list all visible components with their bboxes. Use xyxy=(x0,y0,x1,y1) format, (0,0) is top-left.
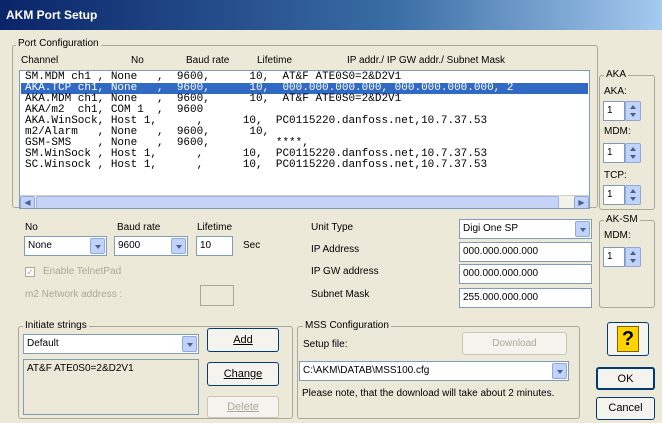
download-note: Please note, that the download will take… xyxy=(302,388,555,399)
help-button[interactable]: ? xyxy=(607,322,649,356)
ip-gw-address-label: IP GW address xyxy=(311,266,379,277)
scroll-left-icon[interactable]: ◀ xyxy=(20,196,35,208)
enable-telnetpad-label: Enable TelnetPad xyxy=(43,266,122,277)
window-title: AKM Port Setup xyxy=(6,8,98,22)
subnet-mask-input[interactable]: 255.000.000.000 xyxy=(459,288,592,308)
mss-configuration-legend: MSS Configuration xyxy=(303,320,391,331)
setup-file-select[interactable]: C:\AKM\DATAB\MSS100.cfg xyxy=(299,361,569,381)
ak-sm-mdm-label: MDM: xyxy=(604,230,631,241)
unit-type-label: Unit Type xyxy=(311,222,354,233)
port-configuration-legend: Port Configuration xyxy=(16,38,101,49)
setup-file-label: Setup file: xyxy=(303,339,348,350)
no-select[interactable]: None xyxy=(24,236,107,256)
baud-rate-select-value: 9600 xyxy=(118,240,141,251)
aka-aka-label: AKA: xyxy=(604,86,627,97)
ip-address-label: IP Address xyxy=(311,244,360,255)
unit-type-dropdown-arrow-icon[interactable] xyxy=(575,221,590,237)
aka-tcp-field[interactable]: 1 xyxy=(603,185,625,205)
scroll-right-icon[interactable]: ▶ xyxy=(574,196,589,208)
aka-mdm-label: MDM: xyxy=(604,126,631,137)
sec-label: Sec xyxy=(243,240,261,251)
cancel-button[interactable]: Cancel xyxy=(596,397,655,420)
subnet-mask-label: Subnet Mask xyxy=(311,289,370,300)
baud-rate-select[interactable]: 9600 xyxy=(114,236,188,256)
baud-rate-label: Baud rate xyxy=(117,222,161,233)
change-button[interactable]: Change xyxy=(207,362,279,386)
aka-aka-spinner-icon[interactable] xyxy=(625,101,641,121)
unit-type-select-value: Digi One SP xyxy=(463,223,519,234)
lifetime-label: Lifetime xyxy=(197,222,233,233)
m2-network-address-label: m2 Network address : xyxy=(25,289,123,300)
initiate-strings-legend: Initiate strings xyxy=(23,320,89,331)
col-header-baud-rate: Baud rate xyxy=(186,55,230,66)
aka-tcp-spinner-icon[interactable] xyxy=(625,185,641,205)
ip-gw-address-input[interactable]: 000.000.000.000 xyxy=(459,264,592,284)
akm-port-setup-window: AKM Port Setup Port Configuration Channe… xyxy=(0,0,662,423)
scroll-thumb[interactable] xyxy=(36,196,559,208)
add-button[interactable]: Add xyxy=(207,328,279,352)
baud-rate-dropdown-arrow-icon[interactable] xyxy=(171,238,186,254)
no-select-value: None xyxy=(28,240,52,251)
lifetime-input[interactable]: 10 xyxy=(196,236,233,256)
aka-mdm-spinner-icon[interactable] xyxy=(625,143,641,163)
port-channel-list[interactable]: SM.MDM ch1 , None , 9600, 10, AT&F ATE0S… xyxy=(19,70,590,209)
col-header-channel: Channel xyxy=(21,55,59,66)
initiate-strings-select[interactable]: Default xyxy=(23,334,199,354)
col-header-no: No xyxy=(131,55,144,66)
setup-file-dropdown-arrow-icon[interactable] xyxy=(552,363,567,379)
help-icon: ? xyxy=(617,326,639,352)
initiate-strings-dropdown-arrow-icon[interactable] xyxy=(182,336,197,352)
enable-telnetpad-checkbox[interactable]: ✓ xyxy=(25,267,35,277)
port-list-horizontal-scrollbar[interactable]: ◀ ▶ xyxy=(20,195,589,208)
setup-file-select-value: C:\AKM\DATAB\MSS100.cfg xyxy=(303,365,430,376)
aka-mdm-field[interactable]: 1 xyxy=(603,143,625,163)
ak-sm-mdm-field[interactable]: 1 xyxy=(603,247,625,267)
aka-tcp-label: TCP: xyxy=(604,170,627,181)
ok-button[interactable]: OK xyxy=(596,367,655,390)
m2-network-address-input[interactable] xyxy=(200,285,234,306)
no-dropdown-arrow-icon[interactable] xyxy=(90,238,105,254)
aka-legend: AKA xyxy=(604,69,629,80)
port-channel-row[interactable]: SC.Winsock , Host 1, , 10, PC0115220.dan… xyxy=(21,160,588,171)
no-label: No xyxy=(25,222,38,233)
col-header-ip: IP addr./ IP GW addr./ Subnet Mask xyxy=(347,55,506,66)
ak-sm-legend: AK-SM xyxy=(604,214,640,225)
delete-button[interactable]: Delete xyxy=(207,396,279,418)
aka-aka-field[interactable]: 1 xyxy=(603,101,625,121)
ip-address-input[interactable]: 000.000.000.000 xyxy=(459,242,592,262)
col-header-lifetime: Lifetime xyxy=(257,55,293,66)
initiate-string-text[interactable]: AT&F ATE0S0=2&D2V1 xyxy=(23,359,199,415)
initiate-strings-select-value: Default xyxy=(27,338,59,349)
unit-type-select[interactable]: Digi One SP xyxy=(459,219,592,239)
ak-sm-mdm-spinner-icon[interactable] xyxy=(625,247,641,267)
title-bar: AKM Port Setup xyxy=(0,0,662,30)
download-button[interactable]: Download xyxy=(462,332,567,355)
